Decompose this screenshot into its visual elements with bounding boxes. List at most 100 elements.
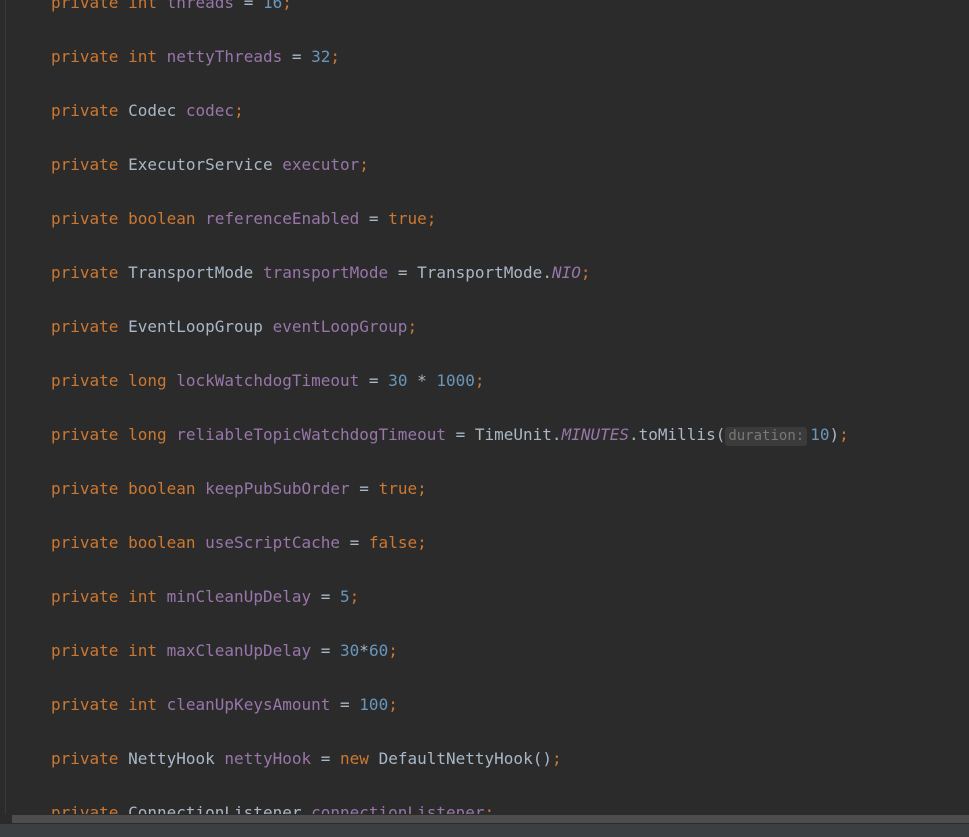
assignment: = TimeUnit.: [445, 425, 562, 444]
parameter-hint: duration:: [725, 427, 808, 446]
semicolon: ;: [417, 533, 427, 552]
field-name: nettyThreads: [166, 47, 283, 66]
keyword-private: private: [51, 263, 119, 282]
field-name: maxCleanUpDelay: [166, 641, 312, 660]
code-line[interactable]: private NettyHook nettyHook = new Defaul…: [51, 748, 562, 770]
literal-value: 1000: [436, 371, 475, 390]
code-line[interactable]: private int maxCleanUpDelay = 30*60;: [51, 640, 398, 662]
type-name: TransportMode: [128, 263, 254, 282]
semicolon: ;: [234, 101, 244, 120]
type-name: boolean: [128, 533, 196, 552]
code-line[interactable]: private boolean useScriptCache = false;: [51, 532, 427, 554]
static-constant: MINUTES: [561, 425, 629, 444]
field-name: lockWatchdogTimeout: [176, 371, 360, 390]
keyword-private: private: [51, 155, 119, 174]
field-name: nettyHook: [224, 749, 312, 768]
semicolon: ;: [417, 479, 427, 498]
field-name: threads: [166, 0, 235, 12]
assignment: =: [311, 587, 341, 606]
literal-value: 10: [810, 425, 830, 444]
keyword-private: private: [51, 101, 119, 120]
operator: *: [407, 371, 437, 390]
code-line[interactable]: private int threads = 16;: [51, 0, 292, 14]
code-line[interactable]: private int nettyThreads = 32;: [51, 46, 340, 68]
type-name: int: [128, 695, 157, 714]
keyword-private: private: [51, 209, 119, 228]
semicolon: ;: [282, 0, 292, 12]
keyword-private: private: [51, 479, 119, 498]
assignment: =: [311, 641, 341, 660]
field-name: cleanUpKeysAmount: [166, 695, 331, 714]
semicolon: ;: [349, 587, 360, 606]
code-line[interactable]: private long lockWatchdogTimeout = 30 * …: [51, 370, 485, 392]
assignment: =: [340, 533, 369, 552]
assignment: =: [349, 479, 379, 498]
keyword-private: private: [51, 533, 119, 552]
assignment: = TransportMode.: [388, 263, 552, 282]
assignment: =: [359, 371, 389, 390]
assignment: =: [311, 749, 341, 768]
assignment: =: [282, 47, 312, 66]
keyword-private: private: [51, 317, 119, 336]
bottom-bar: [0, 824, 969, 837]
semicolon: ;: [426, 209, 437, 228]
keyword-private: private: [51, 587, 119, 606]
code-line[interactable]: private boolean referenceEnabled = true;: [51, 208, 436, 230]
keyword-private: private: [51, 0, 119, 12]
code-editor[interactable]: private int threads = 16; private int net…: [0, 0, 969, 837]
keyword-private: private: [51, 371, 119, 390]
literal-value: 30: [388, 371, 408, 390]
keyword-new: new: [340, 749, 369, 768]
type-name: long: [128, 425, 167, 444]
assignment: =: [234, 0, 263, 12]
code-line[interactable]: private TransportMode transportMode = Tr…: [51, 262, 591, 284]
type-name: boolean: [128, 209, 196, 228]
static-constant: NIO: [551, 263, 581, 282]
type-name: EventLoopGroup: [128, 317, 263, 336]
keyword-private: private: [51, 641, 119, 660]
code-line[interactable]: private int cleanUpKeysAmount = 100;: [51, 694, 398, 716]
semicolon: ;: [330, 47, 341, 66]
semicolon: ;: [359, 155, 369, 174]
code-line[interactable]: private int minCleanUpDelay = 5;: [51, 586, 359, 608]
semicolon: ;: [551, 749, 562, 768]
semicolon: ;: [474, 371, 485, 390]
operator: *: [359, 641, 369, 660]
field-name: eventLoopGroup: [272, 317, 408, 336]
literal-value: true: [388, 209, 427, 228]
field-name: minCleanUpDelay: [166, 587, 312, 606]
code-line[interactable]: private ExecutorService executor;: [51, 154, 369, 176]
field-name: reliableTopicWatchdogTimeout: [176, 425, 446, 444]
literal-value: 100: [359, 695, 389, 714]
code-line[interactable]: private EventLoopGroup eventLoopGroup;: [51, 316, 417, 338]
gutter-divider: [5, 0, 6, 837]
field-name: codec: [185, 101, 235, 120]
type-name: Codec: [128, 101, 177, 120]
type-name: int: [128, 641, 157, 660]
keyword-private: private: [51, 749, 119, 768]
keyword-private: private: [51, 425, 119, 444]
code-line[interactable]: private long reliableTopicWatchdogTimeou…: [51, 424, 849, 446]
type-name: ExecutorService: [128, 155, 273, 174]
assignment: =: [359, 209, 389, 228]
type-name: NettyHook: [128, 749, 215, 768]
literal-value: 32: [311, 47, 331, 66]
type-name: int: [128, 47, 157, 66]
horizontal-scrollbar-thumb[interactable]: [12, 815, 969, 823]
code-line[interactable]: private boolean keepPubSubOrder = true;: [51, 478, 427, 500]
method-call: .toMillis(: [629, 425, 726, 444]
keyword-private: private: [51, 695, 119, 714]
literal-value: false: [368, 533, 418, 552]
field-name: executor: [282, 155, 360, 174]
semicolon: ;: [388, 695, 398, 714]
keyword-private: private: [51, 47, 119, 66]
type-name: long: [128, 371, 167, 390]
semicolon: ;: [580, 263, 591, 282]
code-line[interactable]: private Codec codec;: [51, 100, 244, 122]
close-paren: ): [829, 425, 840, 444]
literal-value: 16: [262, 0, 283, 12]
assignment: =: [330, 695, 360, 714]
semicolon: ;: [839, 425, 849, 444]
literal-value: 30: [340, 641, 360, 660]
literal-value: 60: [368, 641, 389, 660]
